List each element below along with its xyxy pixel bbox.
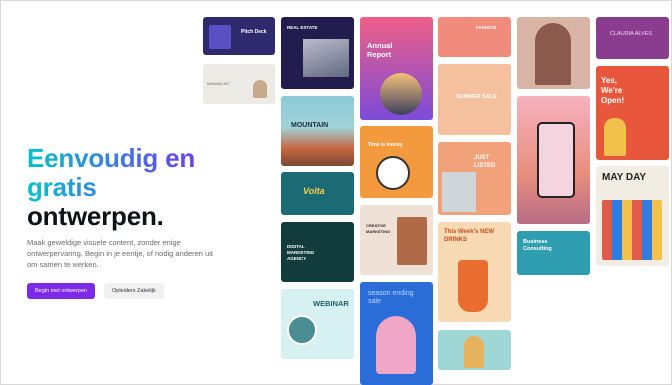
model-photo (376, 316, 416, 374)
template-yes-open[interactable]: Yes, We're Open! (596, 66, 669, 160)
drink-photo (458, 260, 488, 312)
template-claudia-alves[interactable]: CLAUDIA ALVES (596, 17, 669, 59)
hero-section: Eenvoudig en gratis ontwerpen. Maak gewe… (27, 144, 227, 299)
creative-marketing-label: CREATIVE MARKETING (366, 223, 391, 234)
season-ending-label: season ending sale (368, 290, 414, 305)
template-real-estate[interactable]: REAL ESTATE (281, 17, 354, 89)
business-button[interactable]: Opleiders Zakelijk (103, 283, 164, 299)
template-season-ending[interactable]: season ending sale (360, 282, 433, 385)
house-photo (303, 39, 349, 77)
annual-report-label: Annual Report (367, 41, 393, 59)
avatar-grid (602, 200, 662, 260)
template-volta[interactable]: Volta (281, 172, 354, 215)
minimalist-label: MINIMALIST (207, 81, 230, 86)
webinar-photo (287, 315, 317, 345)
template-minimalist[interactable]: MINIMALIST (203, 64, 275, 104)
template-mountain[interactable]: MOUNTAIN (281, 96, 354, 166)
clock-icon (376, 156, 410, 190)
template-portrait[interactable] (517, 17, 590, 89)
hero-buttons: Begin met ontwerpen Opleiders Zakelijk (27, 283, 227, 299)
may-day-label: MAY DAY (602, 172, 647, 183)
time-is-money-label: Time is money (368, 142, 403, 148)
pitch-deck-label: Pitch Deck (241, 29, 267, 35)
vase-shape (253, 80, 267, 98)
template-creative-marketing[interactable]: CREATIVE MARKETING (360, 205, 433, 275)
start-designing-button[interactable]: Begin met ontwerpen (27, 283, 95, 299)
person-illustration (209, 25, 231, 49)
template-new-drinks[interactable]: This Week's NEW DRINKS (438, 222, 511, 322)
template-fashion[interactable]: FASHION (438, 17, 511, 57)
person-photo (397, 217, 427, 265)
building-photo (442, 172, 476, 212)
just-listed-label: JUST LISTED (474, 155, 496, 169)
yes-open-label: Yes, We're Open! (601, 76, 625, 105)
template-summer-sale[interactable]: SUMMER SALE (438, 64, 511, 135)
mountain-label: MOUNTAIN (291, 122, 329, 129)
template-webinar[interactable]: WEBINAR (281, 289, 354, 359)
person-photo (464, 336, 484, 368)
template-just-listed[interactable]: JUST LISTED (438, 142, 511, 215)
volta-label: Volta (303, 186, 325, 196)
person-photo (604, 118, 626, 156)
template-phone-mockup[interactable] (517, 96, 590, 224)
template-business-consulting[interactable]: Business Consulting (517, 231, 590, 275)
business-consulting-label: Business Consulting (523, 239, 552, 252)
fashion-label: FASHION (476, 25, 497, 30)
summer-sale-label: SUMMER SALE (456, 94, 497, 100)
hero-headline: Eenvoudig en gratis ontwerpen. (27, 144, 227, 231)
hero-headline-gradient: Eenvoudig en gratis (27, 144, 227, 202)
template-pitch-deck[interactable]: Pitch Deck (203, 17, 275, 55)
phone-mockup (537, 122, 575, 198)
city-photo (380, 73, 422, 115)
template-digital-marketing[interactable]: DIGITAL MARKETING AGENCY (281, 222, 354, 282)
claudia-alves-label: CLAUDIA ALVES (610, 31, 653, 37)
new-drinks-label: This Week's NEW DRINKS (444, 229, 494, 243)
hero-headline-dark: ontwerpen. (27, 201, 164, 231)
template-lifestyle[interactable] (438, 330, 511, 370)
template-time-is-money[interactable]: Time is money (360, 126, 433, 198)
portrait-photo (535, 23, 571, 85)
digital-marketing-label: DIGITAL MARKETING AGENCY (287, 244, 315, 261)
real-estate-label: REAL ESTATE (287, 25, 318, 30)
webinar-label: WEBINAR (313, 299, 349, 308)
hero-subtitle: Maak geweldige visuele content, zonder e… (27, 238, 213, 269)
template-may-day[interactable]: MAY DAY (596, 166, 669, 266)
template-annual-report[interactable]: Annual Report (360, 17, 433, 120)
